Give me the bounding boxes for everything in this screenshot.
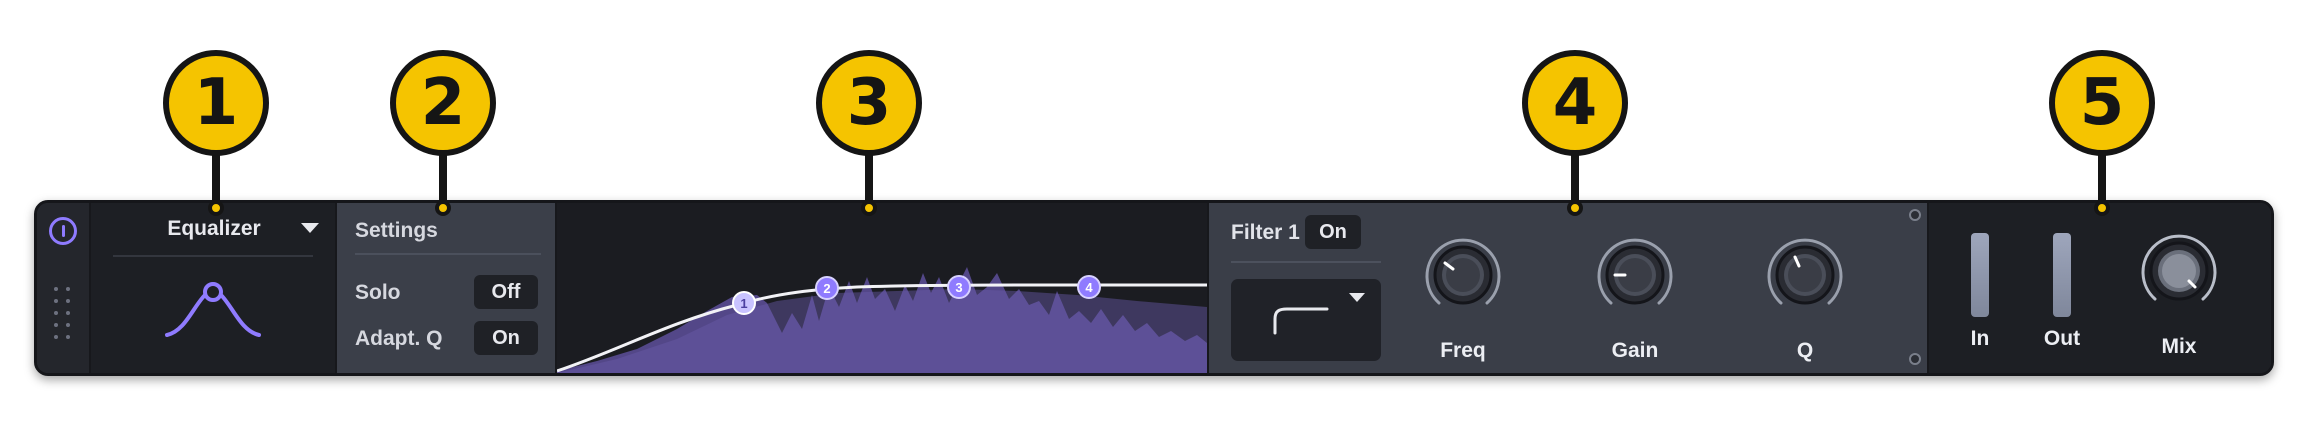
callout-2: 2: [390, 50, 496, 156]
svg-text:3: 3: [955, 280, 962, 295]
solo-label: Solo: [355, 281, 401, 304]
settings-title: Settings: [355, 219, 438, 242]
gain-knob[interactable]: Gain: [1585, 229, 1685, 369]
svg-text:4: 4: [1085, 280, 1093, 295]
svg-text:1: 1: [740, 296, 747, 311]
eq-node-3[interactable]: 3: [947, 275, 971, 299]
knob-icon: [1425, 238, 1501, 305]
knob-icon: [1767, 238, 1843, 305]
callout-3: 3: [816, 50, 922, 156]
chevron-down-icon: [301, 223, 319, 233]
module-panel: Equalizer: [91, 203, 337, 373]
eq-graph[interactable]: 1 2 3 4: [557, 203, 1207, 373]
bell-curve-icon: [165, 282, 261, 337]
callout-2-stem: [435, 152, 451, 216]
mix-label: Mix: [2161, 335, 2197, 358]
eq-node-4[interactable]: 4: [1077, 275, 1101, 299]
eq-graph-canvas: 1 2 3 4: [557, 267, 1207, 373]
adaptive-q-toggle[interactable]: On: [474, 321, 538, 355]
power-panel: [37, 203, 91, 373]
knob-icon: [2141, 234, 2217, 301]
callout-1: 1: [163, 50, 269, 156]
knob-icon: [1597, 238, 1673, 305]
adaptive-q-label: Adapt. Q: [355, 327, 443, 350]
drag-handle-icon[interactable]: [54, 287, 74, 351]
input-label: In: [1970, 327, 1990, 350]
power-icon[interactable]: [49, 217, 77, 245]
filter-label: Filter 1: [1231, 221, 1300, 244]
screw-icon: [1909, 209, 1921, 221]
filter-shape-selector[interactable]: [1231, 279, 1381, 361]
module-name: Equalizer: [167, 217, 261, 240]
svg-text:2: 2: [823, 281, 830, 296]
callout-1-stem: [208, 152, 224, 216]
equalizer-plugin-strip: Equalizer Settings Solo Off Adapt. Q On …: [34, 200, 2274, 376]
chevron-down-icon: [1349, 293, 1365, 302]
settings-panel: Settings Solo Off Adapt. Q On: [337, 203, 557, 373]
gain-label: Gain: [1611, 339, 1659, 362]
eq-node-2[interactable]: 2: [815, 276, 839, 300]
filter-panel: Filter 1 On Freq Gain Q: [1207, 203, 1927, 373]
callout-5: 5: [2049, 50, 2155, 156]
freq-label: Freq: [1440, 339, 1486, 362]
mix-knob[interactable]: Mix: [2129, 225, 2229, 365]
freq-knob[interactable]: Freq: [1413, 229, 1513, 369]
q-label: Q: [1796, 339, 1814, 362]
callout-4-stem: [1567, 152, 1583, 216]
callout-5-stem: [2094, 152, 2110, 216]
callout-3-stem: [861, 152, 877, 216]
low-shelf-icon: [1273, 307, 1329, 335]
q-knob[interactable]: Q: [1755, 229, 1855, 369]
screw-icon: [1909, 353, 1921, 365]
divider: [1231, 261, 1381, 263]
eq-node-1[interactable]: 1: [732, 291, 756, 315]
divider: [113, 255, 313, 257]
filter-enable-toggle[interactable]: On: [1305, 215, 1361, 249]
output-meter: [2053, 233, 2071, 317]
input-meter: [1971, 233, 1989, 317]
callout-4: 4: [1522, 50, 1628, 156]
output-panel: In Out Mix: [1927, 203, 2271, 373]
solo-toggle[interactable]: Off: [474, 275, 538, 309]
output-label: Out: [2043, 327, 2081, 350]
divider: [355, 253, 541, 255]
